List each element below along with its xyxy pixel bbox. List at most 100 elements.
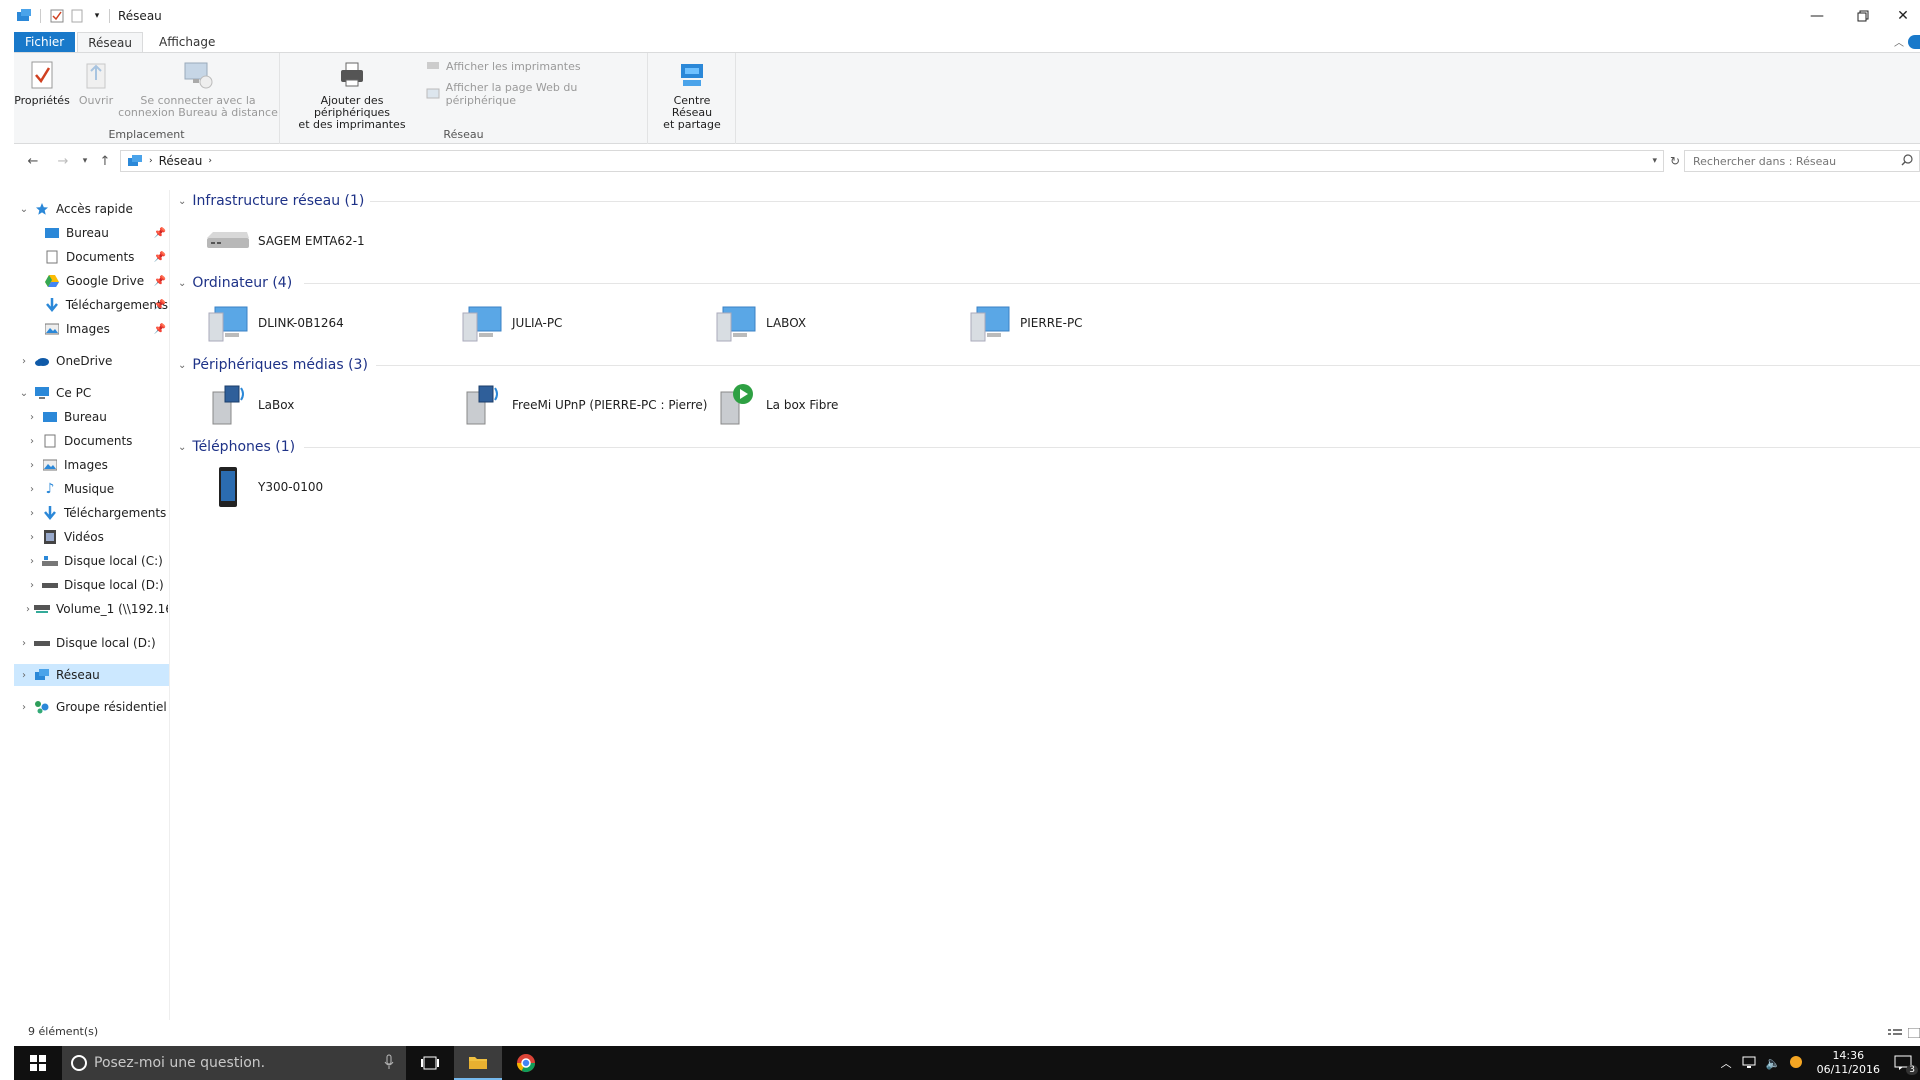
tab-affichage[interactable]: Affichage [149, 32, 225, 52]
nav-pc-videos[interactable]: › Vidéos [26, 526, 168, 548]
nav-onedrive[interactable]: › OneDrive [18, 350, 168, 372]
tab-reseau[interactable]: Réseau [77, 32, 143, 52]
nav-disk-d[interactable]: › Disque local (D:) [18, 632, 168, 654]
customize-quick-access-icon[interactable]: ▾ [87, 6, 107, 26]
chevron-right-icon[interactable]: › [18, 356, 30, 367]
chevron-down-icon[interactable]: ⌄ [18, 388, 30, 399]
media-device-item[interactable]: La box Fibre [712, 380, 838, 430]
chrome-taskbar-button[interactable] [502, 1046, 550, 1080]
chevron-right-icon[interactable]: › [26, 460, 38, 471]
tab-fichier[interactable]: Fichier [14, 32, 76, 52]
nav-pc-documents[interactable]: › Documents [26, 430, 168, 452]
chevron-right-icon[interactable]: › [18, 670, 30, 681]
forward-button[interactable]: → [54, 152, 72, 170]
chevron-down-icon[interactable]: ⌄ [178, 360, 186, 371]
pin-icon[interactable]: 📌 [154, 252, 166, 263]
computer-item[interactable]: JULIA-PC [458, 298, 562, 348]
nav-pc-disk-c[interactable]: › Disque local (C:) [26, 550, 168, 572]
remote-desktop-button[interactable]: Se connecter avec la connexion Bureau à … [118, 59, 278, 119]
recent-locations-button[interactable]: ▾ [76, 152, 94, 170]
phone-item[interactable]: Y300-0100 [204, 462, 323, 512]
group-header-telephones[interactable]: ⌄ Téléphones (1) [178, 436, 295, 458]
nav-quick-access[interactable]: ⌄ Accès rapide [18, 198, 168, 220]
nav-qa-images[interactable]: Images 📌 [40, 318, 168, 340]
details-view-icon[interactable] [1888, 1027, 1902, 1041]
pin-icon[interactable]: 📌 [154, 276, 166, 287]
chevron-down-icon[interactable]: ⌄ [18, 204, 30, 215]
chevron-down-icon[interactable]: ⌄ [178, 196, 186, 207]
proprietes-button[interactable]: Propriétés [14, 59, 70, 107]
nav-pc-telechargements[interactable]: › Téléchargements [26, 502, 168, 524]
computer-item[interactable]: LABOX [712, 298, 806, 348]
properties-quick-icon[interactable] [47, 6, 67, 26]
chevron-right-icon[interactable]: › [26, 484, 38, 495]
cortana-search-box[interactable]: Posez-moi une question. [62, 1046, 406, 1080]
nav-qa-google-drive[interactable]: Google Drive 📌 [40, 270, 168, 292]
pin-icon[interactable]: 📌 [154, 324, 166, 335]
chevron-right-icon[interactable]: › [18, 702, 30, 713]
address-dropdown-icon[interactable]: ▾ [1652, 156, 1657, 166]
network-center-button[interactable]: Centre Réseau et partage [652, 59, 732, 131]
chevron-down-icon[interactable]: ⌄ [178, 442, 186, 453]
group-header-media[interactable]: ⌄ Périphériques médias (3) [178, 354, 368, 376]
nav-pc-disk-d[interactable]: › Disque local (D:) [26, 574, 168, 596]
task-view-button[interactable] [406, 1046, 454, 1080]
computer-item[interactable]: PIERRE-PC [966, 298, 1083, 348]
nav-qa-telechargements[interactable]: Téléchargements 📌 [40, 294, 168, 316]
search-input[interactable] [1693, 154, 1893, 168]
app-tray-icon[interactable] [1789, 1055, 1803, 1072]
nav-pc-images[interactable]: › Images [26, 454, 168, 476]
network-app-icon[interactable] [14, 6, 34, 26]
back-button[interactable]: ← [24, 152, 42, 170]
chevron-right-icon[interactable]: › [26, 436, 38, 447]
volume-icon[interactable]: 🔈 [1766, 1056, 1781, 1070]
nav-pc-musique[interactable]: › ♪ Musique [26, 478, 168, 500]
large-icons-view-icon[interactable] [1907, 1027, 1920, 1041]
notifications-button[interactable]: 3 [1894, 1055, 1918, 1075]
search-box[interactable] [1684, 150, 1920, 172]
show-hidden-icons[interactable]: ︿ [1721, 1055, 1732, 1071]
nav-pc-volume1[interactable]: › Volume_1 (\\192.168 [26, 598, 168, 620]
chevron-right-icon[interactable]: › [26, 508, 38, 519]
refresh-button[interactable]: ↻ [1666, 152, 1684, 170]
search-icon[interactable] [1901, 154, 1913, 169]
media-device-item[interactable]: LaBox [204, 380, 294, 430]
up-button[interactable]: ↑ [96, 152, 114, 170]
file-explorer-taskbar-button[interactable] [454, 1046, 502, 1080]
chevron-right-icon[interactable]: › [26, 556, 38, 567]
pin-icon[interactable]: 📌 [154, 228, 166, 239]
breadcrumb-separator-end[interactable]: › [208, 156, 212, 166]
chevron-right-icon[interactable]: › [26, 604, 30, 615]
group-header-infrastructure[interactable]: ⌄ Infrastructure réseau (1) [178, 190, 364, 212]
microphone-icon[interactable] [384, 1054, 394, 1074]
start-button[interactable] [14, 1046, 62, 1080]
minimize-button[interactable]: — [1794, 0, 1840, 32]
chevron-right-icon[interactable]: › [18, 638, 30, 649]
show-printers-button[interactable]: Afficher les imprimantes [426, 59, 581, 73]
chevron-right-icon[interactable]: › [26, 580, 38, 591]
restore-button[interactable] [1840, 0, 1886, 32]
nav-this-pc[interactable]: ⌄ Ce PC [18, 382, 168, 404]
pin-icon[interactable]: 📌 [154, 300, 166, 311]
add-devices-button[interactable]: Ajouter des périphériques et des imprima… [284, 59, 420, 131]
chevron-right-icon[interactable]: › [26, 532, 38, 543]
new-folder-quick-icon[interactable] [67, 6, 87, 26]
chevron-down-icon[interactable]: ⌄ [178, 278, 186, 289]
help-icon[interactable] [1908, 35, 1920, 49]
ouvrir-button[interactable]: Ouvrir [78, 59, 114, 107]
close-button[interactable]: ✕ [1886, 0, 1920, 32]
nav-qa-bureau[interactable]: Bureau 📌 [40, 222, 168, 244]
nav-network[interactable]: › Réseau [14, 664, 169, 686]
address-bar[interactable]: › Réseau › ▾ [120, 150, 1664, 172]
nav-pc-bureau[interactable]: › Bureau [26, 406, 168, 428]
group-header-ordinateur[interactable]: ⌄ Ordinateur (4) [178, 272, 292, 294]
media-device-item[interactable]: FreeMi UPnP (PIERRE-PC : Pierre) [458, 380, 708, 430]
nav-homegroup[interactable]: › Groupe résidentiel [18, 696, 168, 718]
clock[interactable]: 14:36 06/11/2016 [1817, 1049, 1880, 1077]
nav-qa-documents[interactable]: Documents 📌 [40, 246, 168, 268]
chevron-right-icon[interactable]: › [26, 412, 38, 423]
collapse-ribbon-icon[interactable]: ︿ [1894, 34, 1904, 49]
device-item[interactable]: SAGEM EMTA62-1 [204, 216, 365, 266]
show-webpage-button[interactable]: Afficher la page Web du périphérique [426, 81, 647, 107]
computer-item[interactable]: DLINK-0B1264 [204, 298, 344, 348]
